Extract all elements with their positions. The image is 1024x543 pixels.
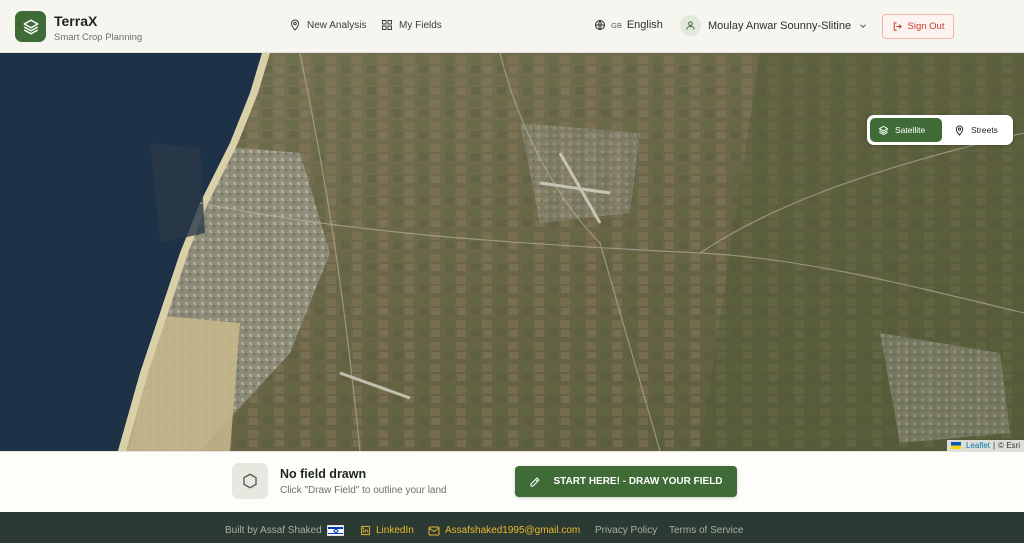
logo[interactable]	[15, 11, 46, 42]
map-attribution: Leaflet | © Esri	[946, 440, 1024, 451]
streets-button[interactable]: Streets	[946, 118, 1006, 142]
brand-name: TerraX	[54, 13, 98, 29]
ukraine-flag-icon	[950, 442, 961, 449]
footer-credit: Built by Assaf Shaked	[225, 525, 344, 536]
terms-label: Terms of Service	[669, 525, 744, 536]
sign-out-button[interactable]: Sign Out	[882, 14, 954, 39]
satellite-imagery	[0, 53, 1024, 451]
nav-my-fields-label: My Fields	[399, 19, 442, 31]
field-title: No field drawn	[280, 467, 367, 481]
user-menu[interactable]: Moulay Anwar Sounny-Slitine	[680, 15, 868, 36]
logout-icon	[893, 22, 902, 31]
email-label: Assafshaked1995@gmail.com	[445, 525, 581, 536]
linkedin-icon	[360, 525, 371, 536]
field-panel	[0, 451, 1024, 512]
pencil-icon	[530, 476, 541, 486]
map-pin-icon	[955, 125, 964, 136]
field-subtitle: Click "Draw Field" to outline your land	[280, 485, 447, 496]
layers-icon	[878, 125, 889, 135]
nav-my-fields[interactable]: My Fields	[381, 19, 442, 31]
israel-flag-icon	[326, 525, 344, 536]
layers-icon	[23, 19, 38, 34]
globe-icon	[595, 19, 605, 31]
language-selector[interactable]: GB English	[594, 19, 663, 31]
leaflet-link[interactable]: Leaflet	[966, 441, 990, 450]
built-by-text: Built by Assaf Shaked	[225, 525, 322, 536]
nav-new-analysis[interactable]: New Analysis	[289, 19, 366, 31]
satellite-button[interactable]: Satellite	[870, 118, 942, 142]
mail-icon	[428, 526, 440, 535]
brand-tagline: Smart Crop Planning	[54, 32, 143, 43]
linkedin-label: LinkedIn	[376, 525, 414, 536]
map-view[interactable]: Satellite Streets Leaflet | © Esri	[0, 53, 1024, 451]
map-pin-icon	[290, 19, 300, 31]
user-icon	[686, 21, 695, 30]
esri-attribution: © Esri	[998, 441, 1020, 450]
email-link[interactable]: Assafshaked1995@gmail.com	[428, 525, 580, 536]
grid-icon	[382, 20, 392, 30]
satellite-label: Satellite	[895, 125, 926, 135]
chevron-down-icon	[860, 23, 866, 28]
language-code: GB	[611, 20, 622, 30]
attribution-separator: |	[993, 441, 996, 450]
nav-new-analysis-label: New Analysis	[307, 19, 367, 31]
avatar	[680, 15, 701, 36]
field-status-icon	[232, 463, 268, 499]
app-header: TerraX Smart Crop Planning New Analysis …	[0, 0, 1024, 53]
hexagon-icon	[243, 473, 257, 489]
draw-field-label: START HERE! - DRAW YOUR FIELD	[553, 476, 723, 487]
linkedin-link[interactable]: LinkedIn	[360, 525, 414, 536]
language-label: English	[626, 19, 663, 31]
draw-field-button[interactable]: START HERE! - DRAW YOUR FIELD	[515, 466, 737, 497]
sign-out-label: Sign Out	[907, 21, 945, 32]
streets-label: Streets	[971, 125, 998, 135]
layer-toggle: Satellite Streets	[867, 115, 1013, 145]
terms-of-service-link[interactable]: Terms of Service	[669, 525, 743, 536]
privacy-policy-label: Privacy Policy	[595, 525, 658, 536]
privacy-policy-link[interactable]: Privacy Policy	[595, 525, 657, 536]
user-name: Moulay Anwar Sounny-Slitine	[708, 19, 852, 32]
